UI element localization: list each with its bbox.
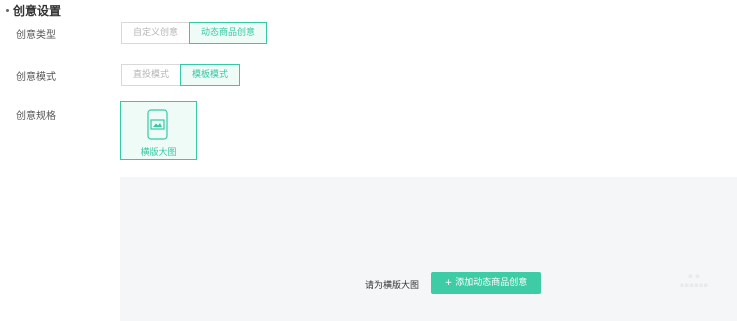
section-title-text: 创意设置: [13, 4, 62, 18]
creative-mode-option-direct[interactable]: 直投模式: [121, 64, 182, 86]
watermark-icon: ▪ ▪ ▪▪▪▪▪▪: [679, 272, 709, 289]
creative-type-label: 创意类型: [16, 30, 56, 41]
creative-type-option-custom[interactable]: 自定义创意: [121, 22, 191, 44]
spec-card-label: 横版大图: [140, 148, 177, 158]
section-title: 创意设置: [6, 2, 61, 19]
creative-type-option-dynamic[interactable]: 动态商品创意: [189, 22, 268, 44]
creative-preview-area: [120, 177, 737, 321]
add-dynamic-creative-button[interactable]: + 添加动态商品创意: [431, 272, 541, 294]
creative-spec-label: 创意规格: [16, 111, 56, 122]
creative-mode-selector: 直投模式 模板模式: [121, 64, 241, 86]
phone-image-icon: [147, 109, 168, 140]
creative-mode-label: 创意模式: [16, 72, 56, 83]
creative-mode-option-template[interactable]: 模板模式: [180, 64, 241, 86]
spec-card-landscape-large[interactable]: 横版大图: [120, 101, 197, 160]
creative-settings-page: 创意设置 创意类型 自定义创意 动态商品创意 创意模式 直投模式 模板模式 创意…: [0, 0, 737, 321]
preview-hint-text: 请为横版大图: [365, 281, 420, 291]
bullet-icon: [6, 9, 9, 12]
creative-type-selector: 自定义创意 动态商品创意: [121, 22, 268, 44]
